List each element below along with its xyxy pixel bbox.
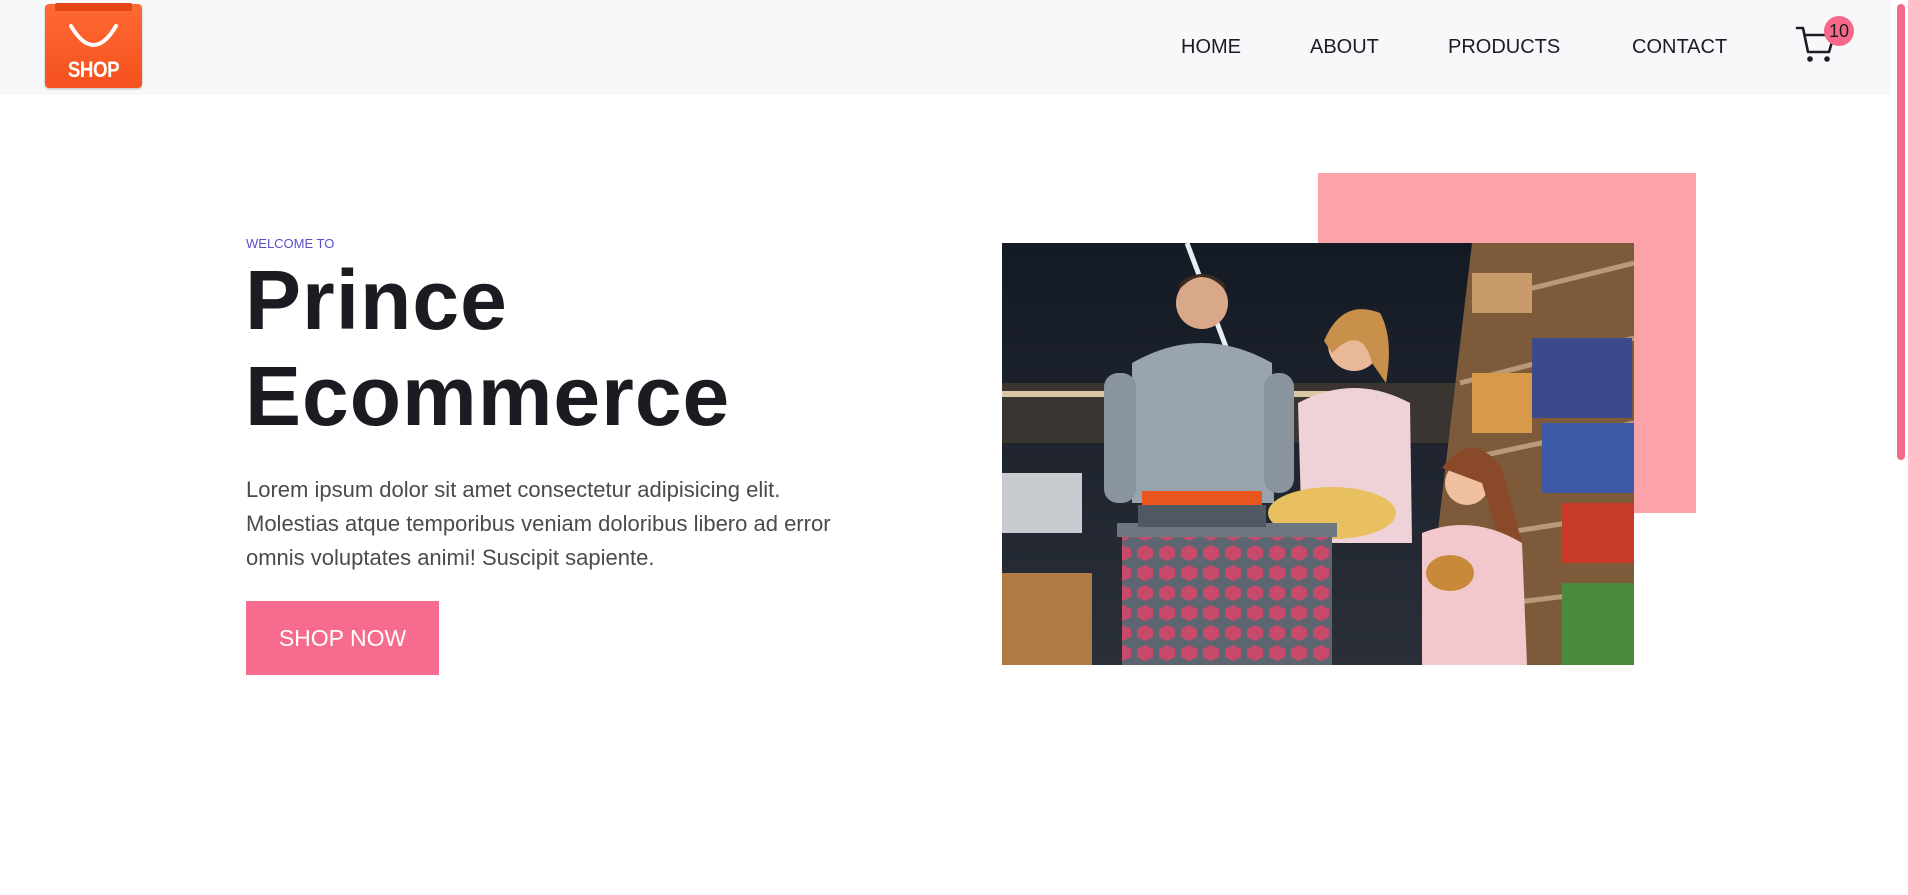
nav-contact[interactable]: CONTACT bbox=[1632, 36, 1727, 59]
welcome-label: WELCOME TO bbox=[246, 236, 335, 251]
family-shopping-illustration bbox=[1002, 243, 1634, 665]
page: SHOP HOME ABOUT PRODUCTS CONTACT 10 WELC… bbox=[0, 0, 1908, 895]
logo-text: SHOP bbox=[67, 57, 120, 82]
hero-description: Lorem ipsum dolor sit amet consectetur a… bbox=[246, 477, 831, 570]
nav-about[interactable]: ABOUT bbox=[1310, 36, 1379, 59]
site-header: SHOP HOME ABOUT PRODUCTS CONTACT 10 bbox=[0, 0, 1891, 95]
hero-title-line-1: Prince bbox=[245, 253, 508, 347]
scrollbar-thumb[interactable] bbox=[1897, 4, 1905, 460]
hero-title: Prince Ecommerce bbox=[245, 252, 945, 444]
shop-now-button[interactable]: SHOP NOW bbox=[246, 601, 439, 675]
nav-home[interactable]: HOME bbox=[1181, 36, 1241, 59]
hero-title-line-2: Ecommerce bbox=[245, 349, 731, 443]
nav-products[interactable]: PRODUCTS bbox=[1448, 36, 1560, 59]
hero-image bbox=[1002, 243, 1634, 665]
cart-count-badge: 10 bbox=[1824, 16, 1854, 46]
shop-logo[interactable]: SHOP bbox=[45, 3, 142, 88]
